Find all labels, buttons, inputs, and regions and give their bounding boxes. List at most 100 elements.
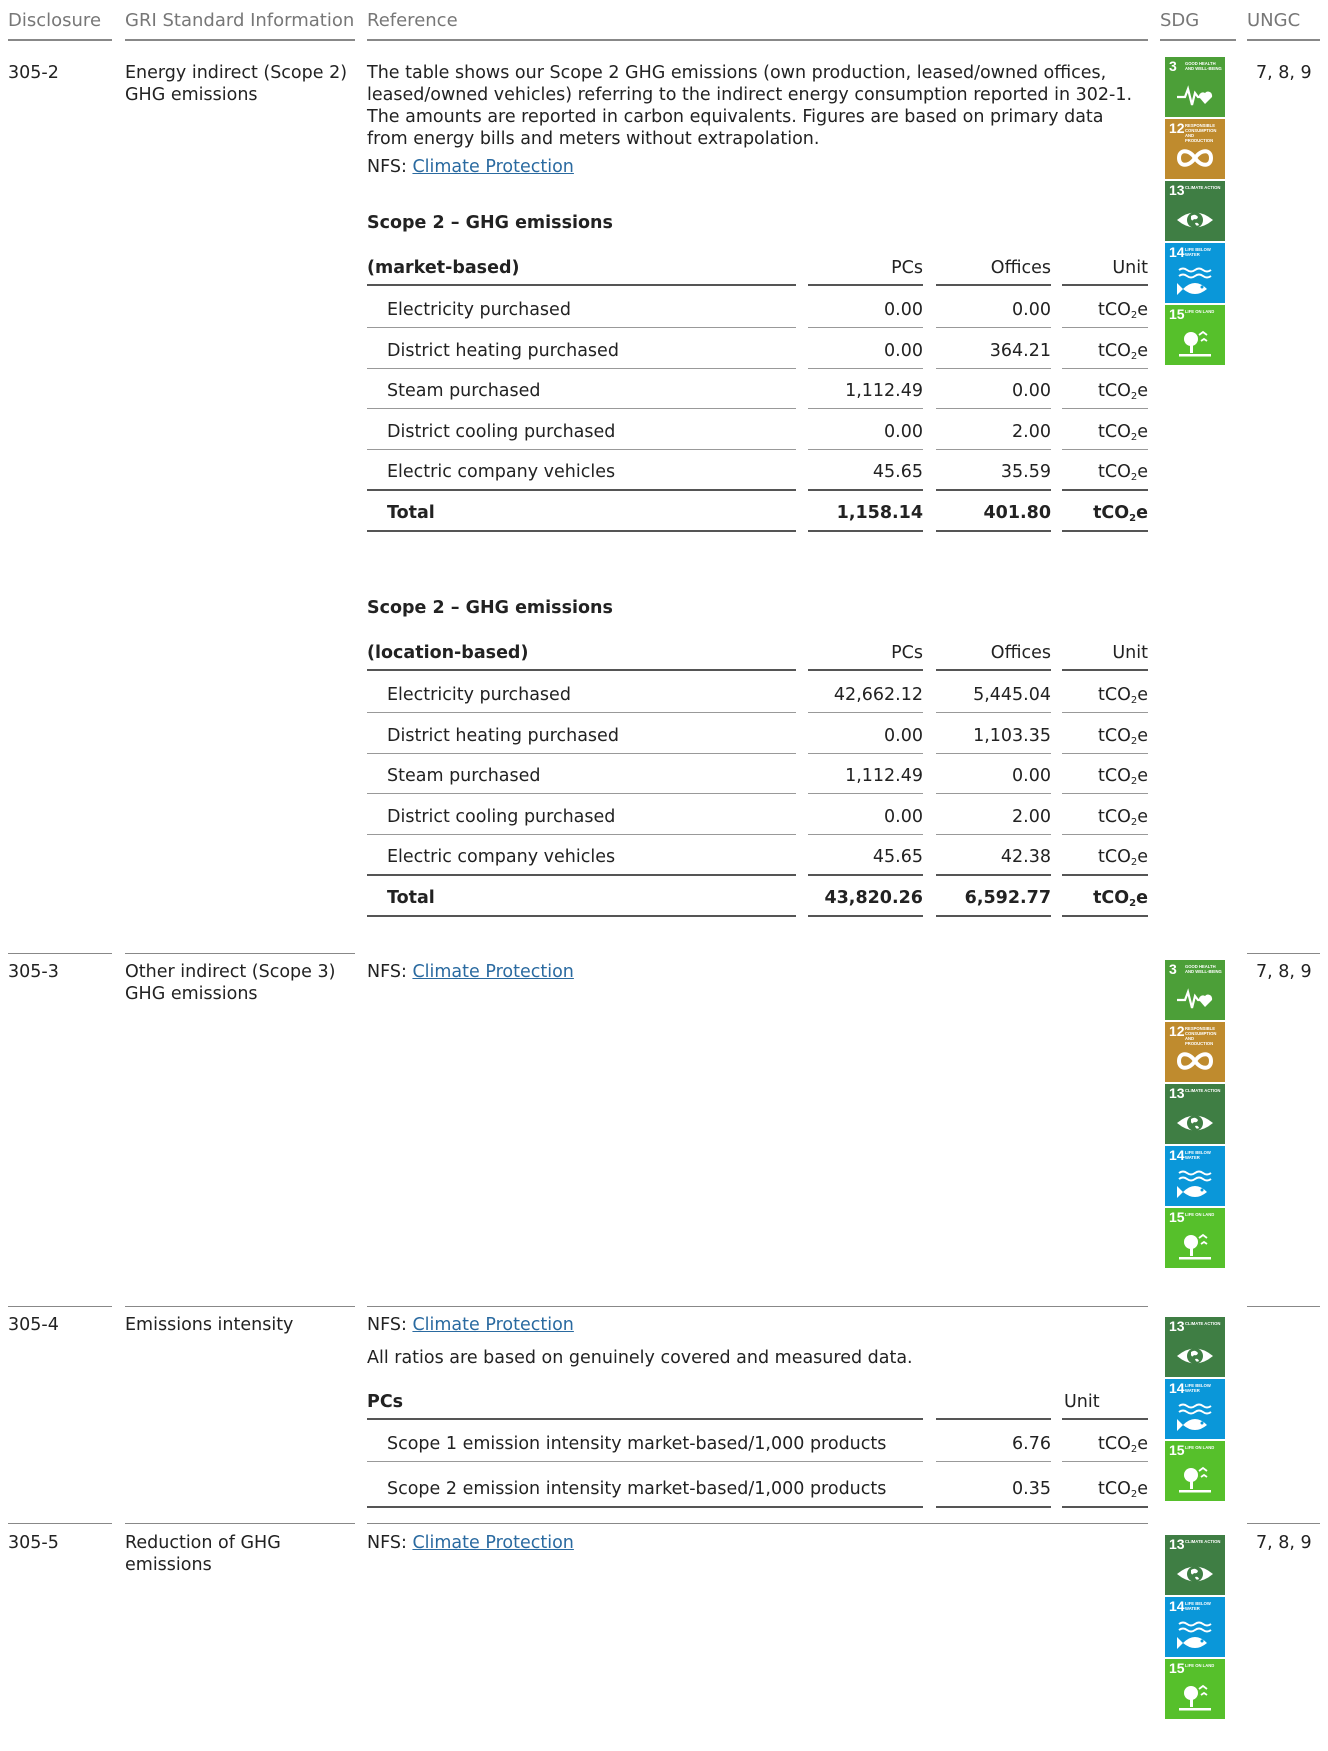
- table-head-rule: [1062, 669, 1148, 671]
- climate-protection-link[interactable]: Climate Protection: [412, 1315, 573, 1335]
- sdg-12-infinity-icon: 12 Responsible consumption and production: [1165, 119, 1225, 179]
- row-divider: [1247, 1523, 1320, 1524]
- row-label: District heating purchased: [387, 726, 619, 746]
- unit-end: e: [1137, 766, 1148, 786]
- row-rule: [1062, 1461, 1148, 1462]
- sdg-3-heartbeat-icon: 3 Good health and well-being: [1165, 960, 1225, 1020]
- sdg-label: Life below water: [1185, 247, 1211, 257]
- row-rule: [808, 408, 923, 409]
- unit-main: tCO: [1097, 726, 1131, 746]
- unit-main: tCO: [1097, 462, 1131, 482]
- nfs-reference: NFS: Climate Protection: [367, 961, 574, 983]
- sdg-label: Climate action: [1185, 185, 1221, 190]
- reference-paragraph: The table shows our Scope 2 GHG emission…: [367, 62, 1132, 150]
- disclosure-title: Energy indirect (Scope 2) GHG emissions: [125, 62, 347, 106]
- unit-cell: tCO2e: [1062, 765, 1148, 787]
- tree-icon: [1179, 1466, 1211, 1493]
- unit-end: e: [1136, 888, 1148, 908]
- disclosure-title-line: emissions: [125, 1555, 212, 1575]
- sdg-number: 13: [1169, 1536, 1185, 1552]
- eye-globe-icon: [1177, 1566, 1213, 1582]
- disclosure-code: 305-2: [8, 63, 59, 83]
- header-rule: [125, 39, 355, 41]
- unit-cell: tCO2e: [1062, 1478, 1148, 1500]
- row-label: Steam purchased: [387, 766, 541, 786]
- unit-main: tCO: [1097, 1434, 1131, 1454]
- unit-end: e: [1137, 462, 1148, 482]
- col-pcs: PCs: [891, 258, 923, 278]
- row-rule: [808, 753, 923, 754]
- unit-cell: tCO2e: [1062, 421, 1148, 443]
- total-rule: [808, 874, 923, 876]
- offices-value: 35.59: [1000, 462, 1051, 482]
- climate-protection-link[interactable]: Climate Protection: [412, 962, 573, 982]
- unit-main: tCO: [1097, 766, 1131, 786]
- unit-cell: tCO2e: [1062, 1433, 1148, 1455]
- unit-end: e: [1137, 847, 1148, 867]
- offices-value: 364.21: [989, 341, 1051, 361]
- sdg-15-tree-icon: 15 Life on land: [1165, 305, 1225, 365]
- table-head-rule: [1062, 284, 1148, 286]
- unit-main: tCO: [1097, 381, 1131, 401]
- intensity-value: 0.35: [1012, 1479, 1051, 1499]
- total-rule: [367, 874, 796, 876]
- sdg-label: Responsible consumption and production: [1185, 123, 1217, 143]
- total-bottom-rule: [1062, 915, 1148, 917]
- offices-value: 0.00: [1012, 766, 1051, 786]
- nfs-reference: NFS: Climate Protection: [367, 1532, 574, 1554]
- pcs-value: 0.00: [884, 422, 923, 442]
- sdg-label: Life on land: [1185, 309, 1215, 314]
- fish-icon: [1177, 267, 1212, 295]
- unit-cell: tCO2e: [1062, 846, 1148, 868]
- row-rule: [367, 368, 796, 369]
- col-offices: Offices: [990, 643, 1051, 663]
- total-bottom-rule: [367, 915, 796, 917]
- header-rule: [8, 39, 112, 41]
- unit-end: e: [1137, 807, 1148, 827]
- disclosure-title-line: Reduction of GHG: [125, 1533, 281, 1553]
- row-rule: [1062, 327, 1148, 328]
- unit-end: e: [1137, 300, 1148, 320]
- climate-protection-link[interactable]: Climate Protection: [412, 157, 573, 177]
- row-rule: [936, 449, 1051, 450]
- disclosure-title-line: Other indirect (Scope 3): [125, 962, 336, 982]
- ungc-value: 7, 8, 9: [1256, 962, 1312, 982]
- total-bottom-rule: [808, 530, 923, 532]
- row-rule: [936, 327, 1051, 328]
- offices-value: 1,103.35: [973, 726, 1051, 746]
- unit-cell: tCO2e: [1062, 502, 1148, 524]
- ungc-value: 7, 8, 9: [1256, 1533, 1312, 1553]
- unit-cell: tCO2e: [1062, 299, 1148, 321]
- row-rule: [808, 834, 923, 835]
- unit-main: tCO: [1097, 1479, 1131, 1499]
- total-bottom-rule: [367, 530, 796, 532]
- heartbeat-icon: [1177, 85, 1213, 106]
- climate-protection-link[interactable]: Climate Protection: [412, 1533, 573, 1553]
- table-basis: (location-based): [367, 643, 529, 663]
- row-divider: [367, 1306, 1148, 1307]
- row-divider: [125, 1306, 355, 1307]
- offices-value: 42.38: [1000, 847, 1051, 867]
- paragraph-line: The amounts are reported in carbon equiv…: [367, 107, 1104, 127]
- eye-globe-icon: [1177, 1348, 1213, 1364]
- row-rule: [367, 753, 796, 754]
- offices-value: 0.00: [1012, 381, 1051, 401]
- table-head-rule: [1062, 1418, 1148, 1420]
- unit-end: e: [1137, 685, 1148, 705]
- heartbeat-icon: [1177, 988, 1213, 1009]
- row-rule: [367, 793, 796, 794]
- pcs-value: 0.00: [884, 300, 923, 320]
- sdg-14-fish-icon: 14 Life below water: [1165, 1379, 1225, 1439]
- row-divider: [1247, 953, 1320, 954]
- total-rule: [936, 874, 1051, 876]
- sdg-label: Good health and well-being: [1185, 964, 1222, 974]
- total-pcs: 43,820.26: [824, 888, 923, 908]
- row-rule: [936, 834, 1051, 835]
- row-label: Steam purchased: [387, 381, 541, 401]
- row-divider: [367, 1523, 1148, 1524]
- sdg-13-eye-globe-icon: 13 Climate action: [1165, 181, 1225, 241]
- row-rule: [1062, 449, 1148, 450]
- disclosure-title: Other indirect (Scope 3) GHG emissions: [125, 961, 335, 1005]
- row-divider: [8, 1306, 112, 1307]
- sdg-label: Life below water: [1185, 1150, 1211, 1160]
